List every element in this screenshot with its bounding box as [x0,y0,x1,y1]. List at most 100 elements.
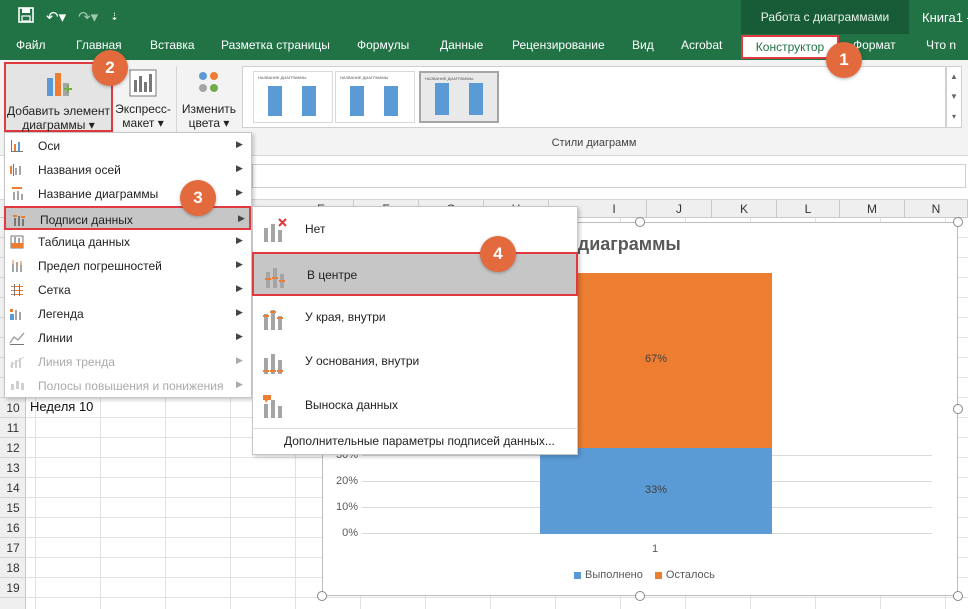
menu-item-data-table[interactable]: Таблица данных ▶ [4,230,251,254]
chart-resize-handle[interactable] [953,591,963,601]
menu-item-axes[interactable]: Оси ▶ [4,134,251,158]
legend-label: Выполнено [585,569,643,581]
ribbon-separator [176,66,177,134]
submenu-item-label: В центре [307,268,358,282]
quick-layout-icon [129,69,157,97]
row-header[interactable]: 19 [0,578,26,598]
save-icon[interactable] [18,7,34,27]
row-header[interactable]: 12 [0,438,26,458]
row-header[interactable]: 11 [0,418,26,438]
tab-review[interactable]: Рецензирование [512,38,605,52]
column-header-j[interactable]: J [647,200,712,218]
thumb-bar [350,86,364,116]
submenu-item-center[interactable]: В центре [252,252,578,296]
chevron-right-icon: ▶ [236,187,243,197]
y-tick-label: 10% [335,501,358,513]
chart-resize-handle[interactable] [317,591,327,601]
row-header[interactable]: 17 [0,538,26,558]
tab-design[interactable]: Конструктор [741,35,839,59]
menu-item-label: Название диаграммы [38,187,159,201]
column-header-k[interactable]: K [712,200,777,218]
chart-tools-title: Работа с диаграммами [760,10,890,24]
chart-resize-handle[interactable] [635,217,645,227]
formula-input[interactable] [252,164,966,188]
y-tick-label: 0% [342,527,358,539]
chevron-right-icon: ▶ [236,235,243,245]
tab-file[interactable]: Файл [16,38,46,52]
chevron-right-icon: ▶ [236,259,243,269]
row-header[interactable]: 15 [0,498,26,518]
y-tick-label: 20% [335,475,358,487]
row-header[interactable]: 16 [0,518,26,538]
chart-style-thumb-2[interactable]: НАЗВАНИЕ ДИАГРАММЫ [335,71,415,123]
chart-resize-handle[interactable] [953,404,963,414]
step-badge-1: 1 [826,42,862,78]
thumb-bar [302,86,316,116]
data-label-completed: 33% [644,484,668,496]
chevron-right-icon: ▶ [236,283,243,293]
legend-item-completed: Выполнено [574,569,643,581]
chevron-right-icon: ▶ [236,355,243,365]
chevron-right-icon: ▶ [236,379,243,389]
change-colors-button[interactable]: Изменить цвета ▾ [178,62,240,132]
chevron-right-icon: ▶ [236,331,243,341]
submenu-item-inside-end[interactable]: У края, внутри [252,296,578,340]
axis-titles-icon [10,164,21,176]
row-header[interactable]: 10 [0,398,26,418]
axes-icon [11,140,23,152]
column-header-m[interactable]: M [840,200,905,218]
menu-item-up-down-bars: Полосы повышения и понижения ▶ [4,374,251,398]
row-header[interactable]: 18 [0,558,26,578]
submenu-item-label: У основания, внутри [305,354,420,368]
workbook-title: Книга1 - [922,10,968,25]
tab-acrobat[interactable]: Acrobat [681,38,722,52]
chart-resize-handle[interactable] [635,591,645,601]
column-header-l[interactable]: L [777,200,840,218]
step-badge-4: 4 [480,236,516,272]
data-labels-icon [13,215,25,226]
thumb-title: НАЗВАНИЕ ДИАГРАММЫ [425,76,474,81]
labels-center-icon [265,268,285,288]
menu-item-legend[interactable]: Легенда ▶ [4,302,251,326]
cell-a10[interactable]: Неделя 10 [30,399,93,414]
tab-page-layout[interactable]: Разметка страницы [221,38,330,52]
submenu-item-callout[interactable]: Выноска данных [252,384,578,428]
row-header[interactable]: 13 [0,458,26,478]
redo-icon[interactable]: ↷▾ [78,8,98,26]
menu-item-data-labels[interactable]: Подписи данных ▶ [4,206,251,230]
x-category-label: 1 [651,543,659,555]
menu-item-gridlines[interactable]: Сетка ▶ [4,278,251,302]
palette-icon [199,72,218,92]
tab-formulas[interactable]: Формулы [357,38,409,52]
chart-style-thumb-3[interactable]: НАЗВАНИЕ ДИАГРАММЫ [419,71,499,123]
menu-item-error-bars[interactable]: Предел погрешностей ▶ [4,254,251,278]
menu-item-label: Предел погрешностей [38,259,162,273]
undo-icon[interactable]: ↶▾ [46,8,66,26]
menu-item-label: Названия осей [38,163,121,177]
more-data-label-options[interactable]: Дополнительные параметры подписей данных… [284,434,555,448]
row-header[interactable]: 14 [0,478,26,498]
column-header-n[interactable]: N [905,200,968,218]
menu-item-lines[interactable]: Линии ▶ [4,326,251,350]
chart-legend[interactable]: Выполнено Осталось [574,569,715,581]
submenu-separator [252,428,578,429]
menu-item-label: Сетка [38,283,71,297]
menu-item-axis-titles[interactable]: Названия осей ▶ [4,158,251,182]
gallery-scroll-buttons[interactable]: ▲ ▼ ▾ [946,66,962,128]
thumb-bar [384,86,398,116]
chart-style-thumb-1[interactable]: НАЗВАНИЕ ДИАГРАММЫ [253,71,333,123]
submenu-item-inside-base[interactable]: У основания, внутри [252,340,578,384]
tab-view[interactable]: Вид [632,38,654,52]
step-badge-3: 3 [180,180,216,216]
trendline-icon [9,356,25,368]
tab-data[interactable]: Данные [440,38,483,52]
customize-qat-icon[interactable]: ⇣ [110,12,118,23]
chart-resize-handle[interactable] [953,217,963,227]
tab-insert[interactable]: Вставка [150,38,195,52]
menu-item-label: Оси [38,139,61,153]
submenu-item-none[interactable]: Нет [252,208,578,252]
tell-me-search[interactable]: Что n [926,38,956,52]
thumb-bar [268,86,282,116]
column-header-i[interactable]: I [582,200,647,218]
legend-swatch [654,571,662,579]
